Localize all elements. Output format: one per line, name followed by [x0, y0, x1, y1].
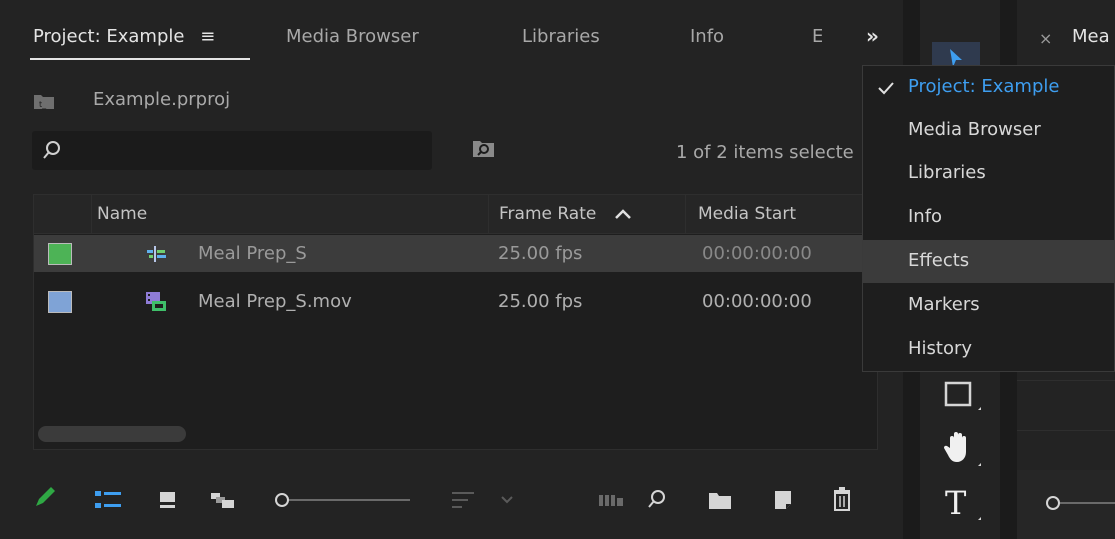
- frame-rate-label: Frame Rate: [499, 204, 597, 224]
- automate-to-sequence-icon[interactable]: [598, 492, 624, 508]
- active-tab-indicator: [30, 58, 250, 60]
- menu-item-media-browser[interactable]: Media Browser: [863, 109, 1115, 152]
- selection-status: 1 of 2 items selecte: [676, 142, 854, 163]
- menu-item-label: Markers: [908, 294, 980, 315]
- trash-icon[interactable]: [832, 487, 852, 511]
- items-table: Name Frame Rate Media Start Meal Prep_S: [33, 194, 878, 450]
- tab-project[interactable]: Project: Example ≡: [33, 26, 215, 47]
- new-item-icon[interactable]: [772, 489, 794, 511]
- tab-overflow-button[interactable]: »: [866, 24, 879, 48]
- table-header: Name Frame Rate Media Start: [34, 195, 877, 234]
- list-view-icon[interactable]: [94, 490, 122, 510]
- icon-view-icon[interactable]: [158, 490, 178, 510]
- freeform-view-icon[interactable]: [210, 490, 236, 510]
- tab-project-label: Project: Example: [33, 26, 185, 47]
- bin-up-icon[interactable]: t_: [33, 92, 55, 110]
- search-input[interactable]: [32, 131, 432, 170]
- zoom-slider[interactable]: [274, 491, 414, 509]
- panel-menu-icon[interactable]: ≡: [200, 26, 215, 47]
- search-icon: [43, 141, 60, 159]
- sort-menu-icon[interactable]: [450, 490, 520, 510]
- sort-ascending-icon: [614, 209, 631, 219]
- menu-item-label: Libraries: [908, 162, 986, 183]
- checkmark-icon: [878, 82, 894, 95]
- menu-item-markers[interactable]: Markers: [863, 284, 1115, 327]
- menu-item-effects[interactable]: Effects: [863, 240, 1115, 283]
- menu-item-history[interactable]: History: [863, 328, 1115, 371]
- timeline-zoom-slider[interactable]: [1045, 494, 1115, 512]
- row-name: Meal Prep_S: [198, 243, 307, 264]
- type-tool-icon[interactable]: T: [942, 484, 984, 524]
- row-frame-rate: 25.00 fps: [498, 243, 583, 264]
- label-color-swatch[interactable]: [48, 243, 72, 265]
- row-frame-rate: 25.00 fps: [498, 291, 583, 312]
- row-media-start: 00:00:00:00: [702, 291, 812, 312]
- column-header-frame-rate[interactable]: Frame Rate: [499, 204, 632, 224]
- tab-info[interactable]: Info: [690, 26, 724, 47]
- rectangle-tool-icon[interactable]: [942, 380, 984, 414]
- find-icon[interactable]: [646, 488, 668, 510]
- menu-item-label: Project: Example: [908, 76, 1060, 97]
- svg-text:T: T: [945, 484, 967, 522]
- table-row[interactable]: Meal Prep_S 25.00 fps 00:00:00:00: [34, 235, 877, 272]
- project-file-name: Example.prproj: [93, 89, 231, 110]
- column-header-media-start[interactable]: Media Start: [698, 204, 796, 224]
- tab-effects-truncated[interactable]: E: [812, 26, 822, 47]
- menu-item-label: Effects: [908, 250, 970, 271]
- new-bin-icon[interactable]: [708, 490, 732, 510]
- panel-overflow-menu: Project: Example Media Browser Libraries…: [862, 65, 1115, 372]
- menu-item-label: History: [908, 338, 973, 359]
- label-color-swatch[interactable]: [48, 291, 72, 313]
- sequence-icon: [147, 246, 166, 262]
- tab-media-browser[interactable]: Media Browser: [286, 26, 419, 47]
- hand-tool-icon[interactable]: [942, 430, 984, 470]
- menu-item-info[interactable]: Info: [863, 196, 1115, 239]
- close-icon[interactable]: ×: [1039, 29, 1052, 48]
- table-row[interactable]: Meal Prep_S.mov 25.00 fps 00:00:00:00: [34, 283, 877, 320]
- row-media-start: 00:00:00:00: [702, 243, 812, 264]
- horizontal-scrollbar[interactable]: [38, 426, 186, 442]
- menu-item-label: Media Browser: [908, 119, 1041, 140]
- menu-item-project[interactable]: Project: Example: [863, 66, 1115, 109]
- column-header-name[interactable]: Name: [97, 204, 147, 224]
- pencil-icon[interactable]: [32, 484, 58, 510]
- video-clip-icon: [146, 292, 166, 311]
- project-panel: Project: Example ≡ Media Browser Librari…: [0, 0, 903, 539]
- menu-item-label: Info: [908, 206, 943, 227]
- menu-item-libraries[interactable]: Libraries: [863, 152, 1115, 195]
- tab-libraries[interactable]: Libraries: [522, 26, 600, 47]
- svg-text:t_: t_: [39, 100, 47, 109]
- find-in-bin-icon[interactable]: [472, 137, 496, 159]
- row-name: Meal Prep_S.mov: [198, 291, 352, 312]
- panel-title[interactable]: Mea: [1072, 26, 1110, 47]
